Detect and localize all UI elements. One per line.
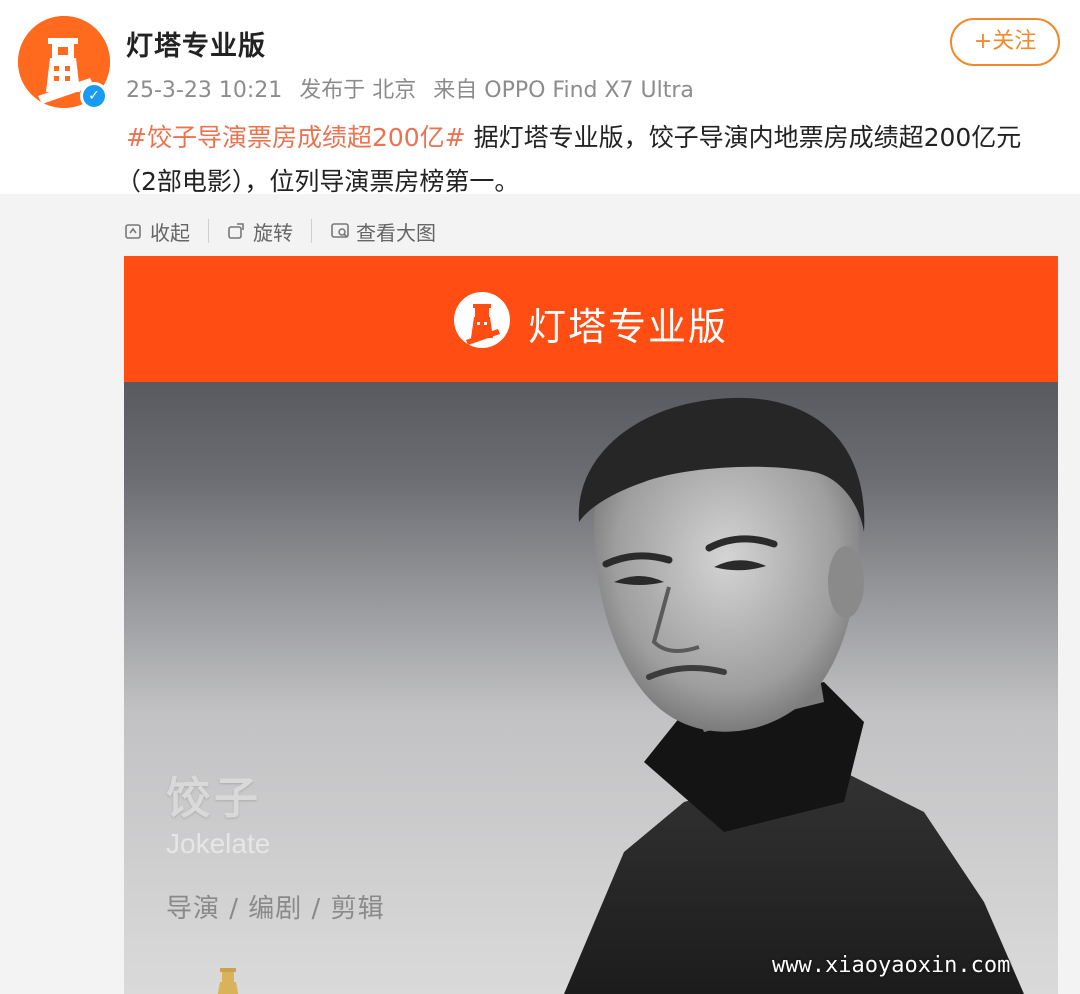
collapse-button[interactable]: 收起: [124, 217, 190, 246]
post-text-line1: 据灯塔专业版，饺子导演内地票房成绩超200亿元: [465, 123, 1022, 152]
hashtag-link[interactable]: #饺子导演票房成绩超200亿#: [126, 123, 466, 152]
banner-title: 灯塔专业版: [528, 305, 729, 349]
verified-badge-icon: ✓: [80, 82, 108, 110]
toolbar-divider: [311, 219, 312, 243]
site-watermark: www.xiaoyaoxin.com: [772, 953, 1011, 978]
director-name-en: Jokelate: [166, 828, 271, 859]
view-large-button[interactable]: 查看大图: [330, 217, 436, 246]
rotate-icon: [228, 223, 244, 239]
toolbar-divider: [208, 219, 209, 243]
view-image-icon: [331, 223, 349, 238]
post-date[interactable]: 25-3-23 10:21: [126, 78, 282, 103]
follow-button[interactable]: +关注: [950, 18, 1060, 66]
image-banner: 灯塔专业版: [124, 256, 1058, 382]
post-source: 来自 OPPO Find X7 Ultra: [433, 78, 694, 103]
banner-lighthouse-icon: [454, 292, 510, 348]
rotate-button[interactable]: 旋转: [227, 217, 293, 246]
post-image[interactable]: 灯塔专业版 饺子 Jokelate 导演 / 编剧 / 剪辑: [124, 256, 1058, 994]
post-meta: 25-3-23 10:21 发布于 北京 来自 OPPO Find X7 Ult…: [126, 72, 704, 104]
director-roles: 导演 / 编剧 / 剪辑: [166, 894, 385, 924]
collapse-icon: [125, 224, 141, 239]
media-toolbar: 收起 旋转 查看大图: [124, 214, 436, 248]
collapse-label: 收起: [150, 220, 190, 245]
rotate-label: 旋转: [253, 220, 293, 245]
director-name-cn: 饺子: [166, 773, 262, 824]
post-location: 发布于 北京: [299, 78, 417, 103]
view-large-label: 查看大图: [356, 220, 436, 245]
bottom-lighthouse-icon: [217, 968, 239, 994]
author-name[interactable]: 灯塔专业版: [126, 24, 266, 63]
post-body: #饺子导演票房成绩超200亿# 据灯塔专业版，饺子导演内地票房成绩超200亿元 …: [116, 116, 1056, 204]
